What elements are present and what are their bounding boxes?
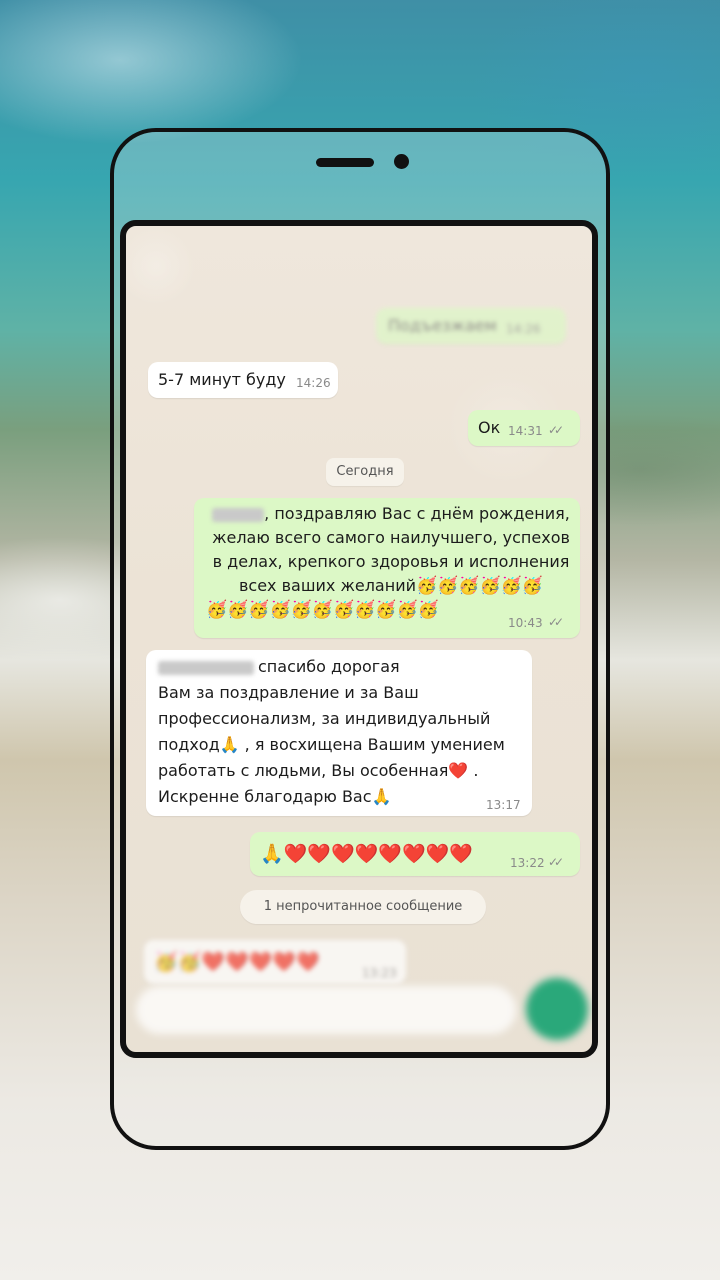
message-text: Ок: [478, 418, 501, 437]
phone-camera-icon: [394, 154, 409, 169]
message-text: спасибо дорогая Вам за поздравление и за…: [158, 657, 505, 806]
message-time: 13:22: [510, 856, 545, 870]
message-outgoing[interactable]: Ок 14:31 ✓✓: [468, 410, 580, 446]
read-receipt-icon: ✓✓: [548, 423, 564, 437]
date-divider-label: Сегодня: [336, 464, 394, 479]
message-input-blurred[interactable]: [136, 986, 516, 1034]
message-time: 13:17: [486, 798, 521, 812]
redacted-name: [212, 507, 265, 522]
message-time: 14:26: [506, 322, 541, 336]
message-time: 13:23: [362, 966, 397, 980]
partying-face-emoji: 🥳🥳🥳🥳🥳🥳: [415, 576, 543, 596]
phone-speaker: [316, 158, 374, 167]
message-incoming[interactable]: 5-7 минут буду 14:26: [148, 362, 338, 398]
read-receipt-icon: ✓✓: [548, 855, 564, 869]
read-receipt-icon: ✓✓: [548, 615, 564, 629]
message-time: 14:26: [296, 376, 331, 390]
partying-face-emoji: 🥳🥳🥳🥳🥳🥳🥳🥳🥳🥳🥳: [206, 600, 439, 620]
message-outgoing[interactable]: , поздравляю Вас с днём рождения, желаю …: [194, 498, 580, 638]
message-text: , поздравляю Вас с днём рождения, желаю …: [206, 504, 570, 620]
message-incoming[interactable]: спасибо дорогая Вам за поздравление и за…: [146, 650, 532, 816]
message-outgoing-blurred[interactable]: Подъезжаем 14:26: [376, 308, 566, 344]
hearts-emoji: 🥳🥳❤️❤️❤️❤️❤️: [154, 951, 320, 973]
chat-screen: Подъезжаем 14:26 5-7 минут буду 14:26 Ок…: [120, 220, 598, 1058]
unread-divider: 1 непрочитанное сообщение: [240, 890, 486, 924]
message-text: Подъезжаем: [388, 316, 497, 335]
send-button[interactable]: [526, 978, 588, 1040]
hearts-emoji: 🙏❤️❤️❤️❤️❤️❤️❤️❤️: [260, 843, 473, 865]
chat-wallpaper: [126, 226, 592, 1052]
message-incoming-blurred[interactable]: 🥳🥳❤️❤️❤️❤️❤️ 13:23: [144, 940, 406, 984]
date-divider: Сегодня: [326, 458, 404, 486]
message-time: 14:31: [508, 424, 543, 438]
unread-divider-label: 1 непрочитанное сообщение: [263, 899, 463, 914]
message-text: 5-7 минут буду: [158, 370, 286, 389]
message-outgoing[interactable]: 🙏❤️❤️❤️❤️❤️❤️❤️❤️ 13:22 ✓✓: [250, 832, 580, 876]
redacted-name: [158, 660, 254, 675]
message-time: 10:43: [508, 616, 543, 630]
